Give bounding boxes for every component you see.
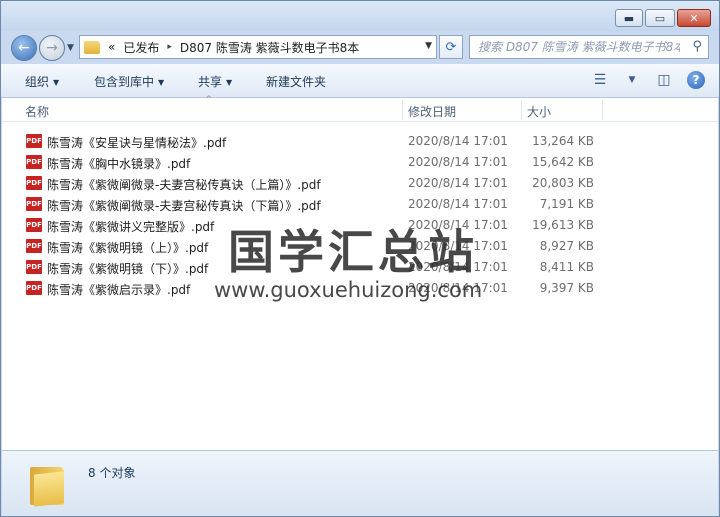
new-folder-button[interactable]: 新建文件夹 — [266, 73, 326, 90]
file-name: 陈雪涛《紫微启示录》.pdf — [47, 283, 191, 297]
file-size: 8,411 KB — [539, 260, 594, 274]
chevron-down-icon: ▼ — [158, 78, 165, 87]
file-name: 陈雪涛《安星诀与星情秘法》.pdf — [47, 136, 227, 150]
file-row[interactable]: PDF 陈雪涛《胸中水镜录》.pdf 2020/8/14 17:01 15,64… — [24, 152, 604, 173]
preview-pane-button[interactable]: ◫ — [655, 71, 673, 89]
folder-icon — [30, 463, 64, 507]
file-row[interactable]: PDF 陈雪涛《紫微阐微录-夫妻宫秘传真诀（下篇）》.pdf 2020/8/14… — [24, 194, 604, 215]
include-in-library-label: 包含到库中 — [94, 75, 155, 89]
include-in-library-button[interactable]: 包含到库中 ▼ — [94, 73, 164, 90]
preview-pane-icon: ◫ — [657, 72, 671, 88]
chevron-down-icon: ▼ — [226, 78, 233, 87]
breadcrumb-overflow[interactable]: « — [108, 40, 115, 54]
pdf-file-icon: PDF — [26, 155, 42, 169]
close-button[interactable]: ✕ — [677, 9, 711, 27]
file-modified: 2020/8/14 17:01 — [408, 176, 508, 190]
file-list-pane: ^ 名称 修改日期 大小 PDF 陈雪涛《安星诀与星情秘法》.pdf 2020/… — [2, 95, 718, 450]
refresh-button[interactable]: ⟳ — [439, 35, 463, 59]
chevron-down-icon: ▼ — [53, 78, 60, 87]
file-size: 7,191 KB — [539, 197, 594, 211]
file-size: 9,397 KB — [539, 281, 594, 295]
search-box[interactable]: ⚲ — [469, 35, 709, 59]
file-name: 陈雪涛《紫微讲义完整版》.pdf — [47, 220, 215, 234]
pdf-file-icon: PDF — [26, 239, 42, 253]
forward-button[interactable]: → — [39, 35, 65, 61]
item-count: 8 个对象 — [88, 466, 136, 480]
help-button[interactable]: ? — [687, 71, 705, 89]
forward-arrow-icon: → — [46, 40, 58, 56]
column-divider[interactable] — [521, 100, 522, 120]
watermark-url: www.guoxuehuizong.com — [214, 278, 483, 302]
command-toolbar: 组织 ▼ 包含到库中 ▼ 共享 ▼ 新建文件夹 ☰ ▼ ◫ ? — [1, 64, 719, 98]
title-bar: ▬ ▭ ✕ — [1, 1, 719, 31]
view-list-icon: ☰ — [593, 72, 607, 88]
file-name: 陈雪涛《紫微阐微录-夫妻宫秘传真诀（下篇）》.pdf — [47, 199, 321, 213]
file-name: 陈雪涛《紫微阐微录-夫妻宫秘传真诀（上篇）》.pdf — [47, 178, 321, 192]
folder-icon — [84, 40, 100, 54]
pdf-file-icon: PDF — [26, 134, 42, 148]
breadcrumb-published[interactable]: 已发布 — [123, 39, 159, 56]
column-header-size[interactable]: 大小 — [527, 103, 551, 120]
organize-label: 组织 — [25, 75, 50, 89]
share-label: 共享 — [198, 75, 223, 89]
watermark-title: 国学汇总站 — [228, 225, 478, 279]
recent-pages-dropdown[interactable]: ▼ — [67, 43, 74, 53]
column-header-name[interactable]: 名称 — [25, 103, 49, 120]
pdf-file-icon: PDF — [26, 281, 42, 295]
file-name: 陈雪涛《紫微明镜（下）》.pdf — [47, 262, 209, 276]
pdf-file-icon: PDF — [26, 260, 42, 274]
file-modified: 2020/8/14 17:01 — [408, 155, 508, 169]
details-pane: 8 个对象 — [2, 450, 718, 516]
view-dropdown-button[interactable]: ▼ — [623, 71, 641, 89]
help-icon: ? — [692, 73, 700, 87]
organize-menu-button[interactable]: 组织 ▼ — [25, 73, 59, 90]
file-modified: 2020/8/14 17:01 — [408, 134, 508, 148]
view-controls: ☰ ▼ ◫ ? — [591, 71, 705, 89]
file-name: 陈雪涛《紫微明镜（上）》.pdf — [47, 241, 209, 255]
pdf-file-icon: PDF — [26, 197, 42, 211]
file-size: 19,613 KB — [532, 218, 594, 232]
column-divider[interactable] — [402, 100, 403, 120]
minimize-button[interactable]: ▬ — [615, 9, 643, 27]
maximize-button[interactable]: ▭ — [645, 9, 675, 27]
back-arrow-icon: ← — [18, 40, 30, 56]
pdf-file-icon: PDF — [26, 218, 42, 232]
explorer-window: ▬ ▭ ✕ ← → ▼ « 已发布 ▸ D807 陈雪涛 紫薇斗数电子书8本 ▼… — [0, 0, 720, 517]
address-bar[interactable]: « 已发布 ▸ D807 陈雪涛 紫薇斗数电子书8本 ▼ — [79, 35, 437, 59]
sort-ascending-icon: ^ — [205, 95, 213, 105]
column-header-modified[interactable]: 修改日期 — [408, 103, 456, 120]
file-size: 13,264 KB — [532, 134, 594, 148]
pdf-file-icon: PDF — [26, 176, 42, 190]
search-icon[interactable]: ⚲ — [692, 39, 702, 54]
column-header-row: ^ 名称 修改日期 大小 — [2, 95, 718, 122]
navigation-bar: ← → ▼ « 已发布 ▸ D807 陈雪涛 紫薇斗数电子书8本 ▼ ⟳ ⚲ — [1, 31, 719, 63]
search-input[interactable] — [470, 36, 680, 58]
refresh-icon: ⟳ — [445, 39, 457, 55]
file-row[interactable]: PDF 陈雪涛《安星诀与星情秘法》.pdf 2020/8/14 17:01 13… — [24, 131, 604, 152]
address-dropdown-icon[interactable]: ▼ — [425, 41, 432, 51]
column-divider[interactable] — [602, 100, 603, 120]
file-size: 20,803 KB — [532, 176, 594, 190]
back-button[interactable]: ← — [11, 35, 37, 61]
breadcrumb-separator-icon[interactable]: ▸ — [167, 42, 172, 52]
file-modified: 2020/8/14 17:01 — [408, 197, 508, 211]
file-row[interactable]: PDF 陈雪涛《紫微阐微录-夫妻宫秘传真诀（上篇）》.pdf 2020/8/14… — [24, 173, 604, 194]
file-name: 陈雪涛《胸中水镜录》.pdf — [47, 157, 191, 171]
file-size: 8,927 KB — [539, 239, 594, 253]
breadcrumb-current-folder[interactable]: D807 陈雪涛 紫薇斗数电子书8本 — [180, 39, 359, 56]
share-button[interactable]: 共享 ▼ — [198, 73, 232, 90]
file-size: 15,642 KB — [532, 155, 594, 169]
view-options-button[interactable]: ☰ — [591, 71, 609, 89]
